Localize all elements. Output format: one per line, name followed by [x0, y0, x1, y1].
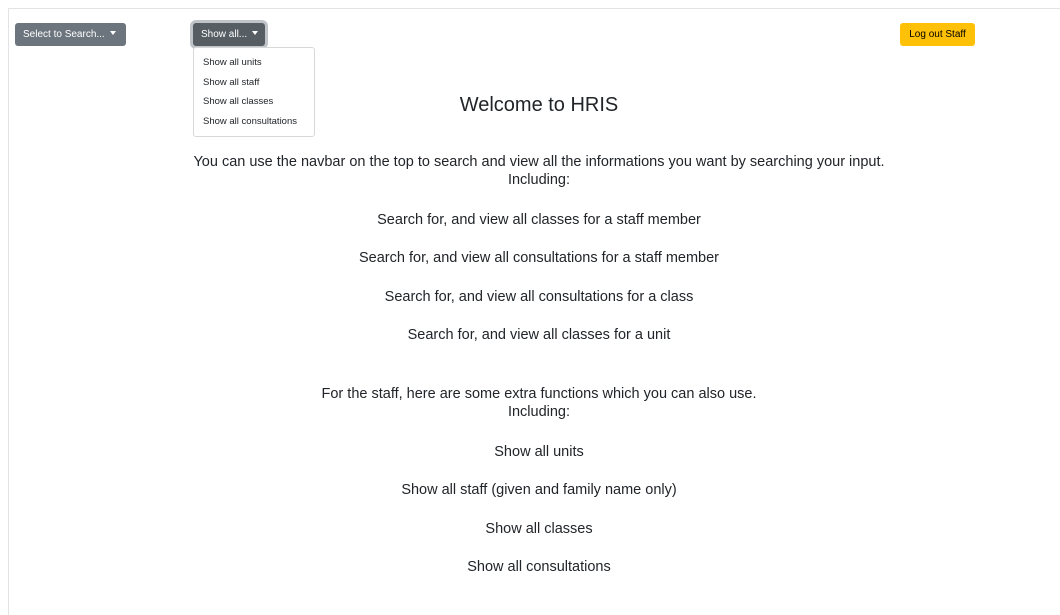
- search-feature-item: Search for, and view all classes for a s…: [377, 212, 701, 228]
- staff-intro-text: For the staff, here are some extra funct…: [321, 386, 757, 402]
- search-feature-item: Search for, and view all consultations f…: [384, 289, 694, 305]
- search-feature-item: Search for, and view all consultations f…: [359, 250, 719, 266]
- staff-feature-item: Show all classes: [485, 521, 593, 537]
- staff-feature-item: Show all consultations: [467, 559, 611, 575]
- intro-including-text: Including:: [507, 172, 571, 188]
- caret-down-icon: [109, 31, 116, 36]
- search-feature-item: Search for, and view all classes for a u…: [407, 327, 671, 343]
- logout-staff-button[interactable]: Log out Staff: [900, 23, 975, 46]
- caret-down-icon: [252, 31, 259, 36]
- staff-including-text: Including:: [507, 404, 571, 420]
- select-to-search-dropdown-button[interactable]: Select to Search...: [15, 23, 126, 46]
- dropdown-item-show-all-units[interactable]: Show all units: [194, 53, 314, 73]
- select-to-search-label: Select to Search...: [23, 29, 105, 40]
- intro-text: You can use the navbar on the top to sea…: [193, 154, 885, 170]
- show-all-label: Show all...: [201, 29, 248, 40]
- show-all-dropdown-button[interactable]: Show all...: [193, 23, 265, 46]
- staff-feature-item: Show all units: [494, 444, 584, 460]
- page-title: Welcome to HRIS: [459, 94, 619, 116]
- staff-feature-item: Show all staff (given and family name on…: [401, 482, 677, 498]
